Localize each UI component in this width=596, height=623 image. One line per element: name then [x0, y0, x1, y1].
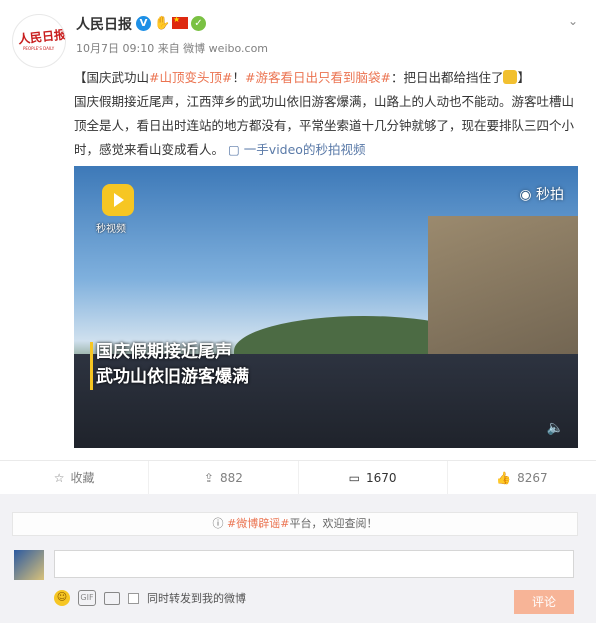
- repost-count: 882: [219, 470, 243, 485]
- comment-button[interactable]: ▭ 1670: [299, 461, 448, 494]
- current-user-avatar: [14, 550, 44, 580]
- submit-comment-button[interactable]: 评论: [514, 590, 574, 614]
- video-link[interactable]: 一手video的秒拍视频: [244, 142, 366, 157]
- notice-text: 平台，欢迎查阅！: [289, 517, 378, 530]
- chevron-down-icon[interactable]: ⌄: [568, 14, 578, 28]
- comment-input[interactable]: [54, 550, 574, 578]
- check-icon[interactable]: ✓: [191, 15, 206, 31]
- video-logo-label: 秒视频: [96, 224, 126, 235]
- comment-tools: ☺ GIF 同时转发到我的微博: [54, 590, 246, 606]
- comment-icon: ▭: [348, 470, 361, 485]
- like-count: 8267: [517, 470, 548, 485]
- repost-button[interactable]: ⇪ 882: [149, 461, 299, 494]
- author-badges: V ✋ ✓: [136, 14, 206, 32]
- repost-icon: ⇪: [203, 470, 214, 485]
- avatar-logo: 人民日报: [17, 27, 66, 47]
- sync-repost-checkbox[interactable]: [128, 592, 139, 604]
- author-name[interactable]: 人民日报: [76, 14, 132, 34]
- favorite-label: 收藏: [70, 471, 95, 485]
- star-icon: ☆: [53, 470, 65, 485]
- gif-icon[interactable]: GIF: [78, 590, 96, 606]
- video-caption: 国庆假期接近尾声 武功山依旧游客爆满: [96, 340, 249, 390]
- caption-line-2: 武功山依旧游客爆满: [96, 367, 249, 387]
- thumbs-up-icon[interactable]: ✋: [154, 16, 170, 31]
- text-close: 】: [517, 70, 530, 85]
- text-mid2: ：把日出都给挡住了: [390, 70, 504, 85]
- like-button[interactable]: 👍 8267: [448, 461, 596, 494]
- author-avatar[interactable]: 人民日报 PEOPLE'S DAILY: [12, 14, 66, 68]
- thumbs-up-icon: 👍: [496, 470, 512, 485]
- post-text: 【国庆武功山#山顶变头顶#！#游客看日出只看到脑袋#：把日出都给挡住了】 国庆假…: [74, 66, 574, 162]
- comment-area: ⓘ #微博辟谣#平台，欢迎查阅！ ☺ GIF 同时转发到我的微博 评论: [0, 494, 596, 623]
- miaopai-watermark: ◉ 秒拍: [519, 187, 564, 203]
- caption-accent: [90, 342, 93, 390]
- video-player[interactable]: 秒视频 ◉ 秒拍 国庆假期接近尾声 武功山依旧游客爆满 🔈: [74, 166, 578, 448]
- post-meta: 10月7日 09:10 来自 微博 weibo.com: [76, 42, 269, 55]
- comment-count: 1670: [366, 470, 397, 485]
- favorite-button[interactable]: ☆ 收藏: [0, 461, 150, 494]
- caption-line-1: 国庆假期接近尾声: [96, 342, 232, 362]
- avatar-logo-sub: PEOPLE'S DAILY: [23, 46, 55, 51]
- hashtag-summit[interactable]: #山顶变头顶#: [149, 70, 232, 85]
- sync-repost-label: 同时转发到我的微博: [147, 592, 246, 605]
- notice-tag[interactable]: #微博辟谣#: [227, 517, 289, 530]
- china-flag-icon[interactable]: [172, 15, 188, 29]
- hashtag-sunrise[interactable]: #游客看日出只看到脑袋#: [245, 70, 391, 85]
- trophy-emoji-icon: [503, 70, 518, 84]
- info-icon: ⓘ: [212, 517, 228, 530]
- miaoshipin-logo-icon: [102, 184, 134, 216]
- volume-icon[interactable]: 🔈: [547, 420, 564, 436]
- video-link-icon[interactable]: ▢: [228, 142, 244, 157]
- text-open: 【国庆武功山: [74, 70, 150, 85]
- post-header: 人民日报 PEOPLE'S DAILY 人民日报 V ✋ ✓ 10月7日 09:…: [0, 0, 596, 68]
- emoji-icon[interactable]: ☺: [54, 590, 70, 606]
- rumor-notice[interactable]: ⓘ #微博辟谣#平台，欢迎查阅！: [12, 512, 578, 536]
- image-icon[interactable]: [104, 591, 120, 605]
- verified-icon[interactable]: V: [136, 15, 151, 31]
- action-bar: ☆ 收藏 ⇪ 882 ▭ 1670 👍 8267: [0, 460, 596, 494]
- text-mid1: ！: [232, 70, 245, 85]
